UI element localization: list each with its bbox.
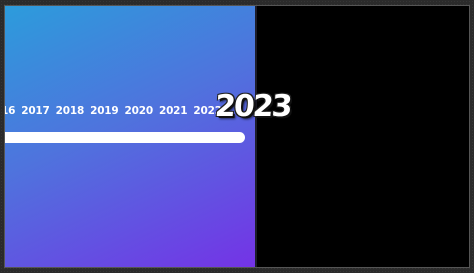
year-label: 16 bbox=[5, 105, 16, 117]
year-label: 2020 bbox=[124, 105, 154, 117]
year-label: 2018 bbox=[55, 105, 85, 117]
editor-frame: 16 2017 2018 2019 2020 2021 2022 2023 bbox=[0, 0, 474, 273]
current-year-label: 2023 bbox=[213, 89, 292, 124]
year-label: 2019 bbox=[90, 105, 119, 117]
video-preview[interactable]: 16 2017 2018 2019 2020 2021 2022 2023 bbox=[4, 5, 470, 268]
progress-track bbox=[5, 132, 245, 143]
year-label: 2021 bbox=[158, 105, 188, 117]
progress-bar bbox=[5, 132, 245, 143]
year-timeline: 16 2017 2018 2019 2020 2021 2022 bbox=[5, 104, 228, 118]
year-label: 2017 bbox=[21, 105, 50, 117]
black-background bbox=[257, 6, 469, 267]
